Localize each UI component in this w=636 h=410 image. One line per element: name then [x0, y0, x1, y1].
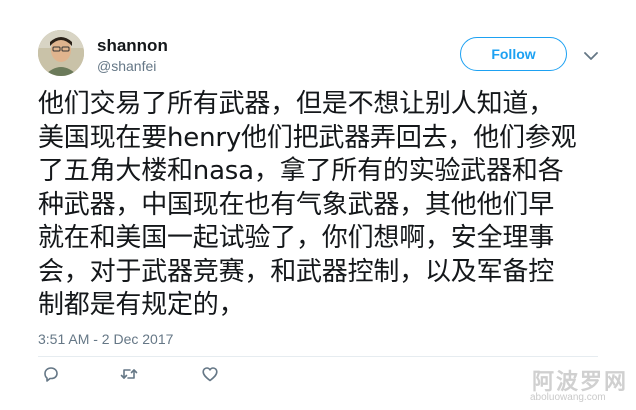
follow-button-label: Follow — [491, 46, 536, 62]
user-handle[interactable]: @shanfei — [97, 58, 156, 74]
heart-icon[interactable] — [201, 365, 219, 383]
follow-button[interactable]: Follow — [460, 37, 567, 71]
divider — [38, 356, 598, 357]
reply-icon[interactable] — [42, 365, 60, 383]
tweet-timestamp[interactable]: 3:51 AM - 2 Dec 2017 — [38, 331, 173, 347]
display-name[interactable]: shannon — [97, 36, 168, 56]
avatar[interactable] — [38, 30, 84, 76]
tweet-text: 他们交易了所有武器，但是不想让别人知道， 美国现在要henry他们把武器弄回去，… — [38, 89, 577, 320]
user-avatar-photo — [38, 30, 84, 76]
chevron-down-icon[interactable] — [584, 46, 598, 60]
watermark-url: aboluowang.com — [530, 392, 606, 403]
retweet-icon[interactable] — [120, 365, 138, 383]
